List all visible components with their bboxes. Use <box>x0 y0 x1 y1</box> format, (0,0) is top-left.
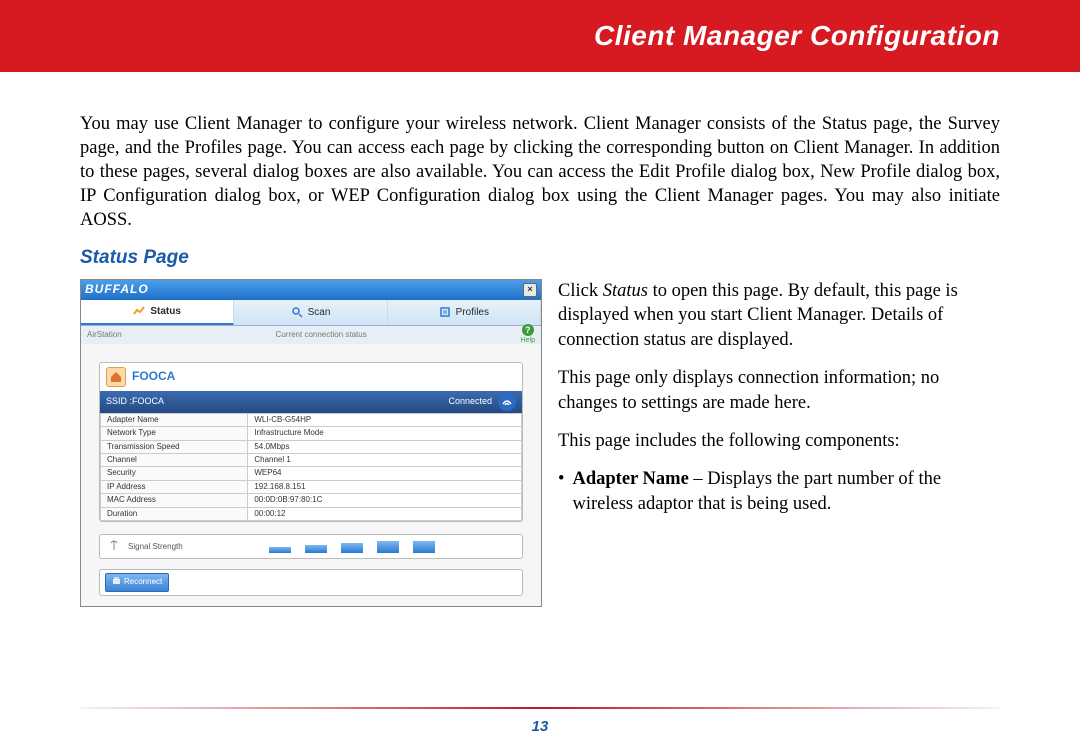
info-key: Adapter Name <box>101 413 248 426</box>
bullet-adapter-name: • Adapter Name – Displays the part numbe… <box>558 467 1000 516</box>
search-icon <box>291 306 303 318</box>
tab-scan[interactable]: Scan <box>234 300 387 325</box>
right-p3: This page includes the following compone… <box>558 429 1000 453</box>
status-icon <box>133 305 145 317</box>
table-row: MAC Address00:0D:0B:97:80:1C <box>101 494 522 507</box>
window-titlebar: BUFFALO × <box>81 280 541 300</box>
footer-divider <box>80 707 1000 709</box>
table-row: ChannelChannel 1 <box>101 454 522 467</box>
signal-bars <box>191 541 514 553</box>
info-value: 00:0D:0B:97:80:1C <box>248 494 522 507</box>
reconnect-icon <box>112 576 121 588</box>
right-p2: This page only displays connection infor… <box>558 366 1000 415</box>
info-value: Channel 1 <box>248 454 522 467</box>
info-key: IP Address <box>101 480 248 493</box>
info-value: 192.168.8.151 <box>248 480 522 493</box>
intro-paragraph: You may use Client Manager to configure … <box>80 112 1000 232</box>
page-title: Client Manager Configuration <box>594 20 1000 52</box>
table-row: Network TypeInfrastructure Mode <box>101 427 522 440</box>
page-number: 13 <box>0 718 1080 735</box>
connection-panel: FOOCA SSID :FOOCA Connected Adapter Name… <box>99 362 523 522</box>
table-row: Adapter NameWLI-CB-G54HP <box>101 413 522 426</box>
subbar-center: Current connection status <box>276 330 367 340</box>
info-value: 54.0Mbps <box>248 440 522 453</box>
bullet-term: Adapter Name <box>572 469 688 489</box>
house-icon <box>106 367 126 387</box>
info-rows: Adapter NameWLI-CB-G54HPNetwork TypeInfr… <box>101 413 522 520</box>
help-icon[interactable]: ? <box>522 324 534 336</box>
tab-status-label: Status <box>150 305 181 318</box>
signal-strength-row: Signal Strength <box>99 534 523 559</box>
status-emphasis: Status <box>603 281 648 301</box>
close-icon[interactable]: × <box>523 283 537 297</box>
tab-bar: Status Scan Profiles <box>81 300 541 326</box>
brand-logo: BUFFALO <box>85 282 149 298</box>
bullet-dot: • <box>558 467 564 516</box>
info-value: Infrastructure Mode <box>248 427 522 440</box>
info-key: Channel <box>101 454 248 467</box>
info-key: Network Type <box>101 427 248 440</box>
ssid-label: SSID :FOOCA <box>106 396 164 408</box>
wireless-icon <box>498 393 516 411</box>
network-name: FOOCA <box>132 369 175 385</box>
antenna-icon <box>108 539 120 554</box>
help-label: Help <box>521 336 535 345</box>
sub-bar: AirStation Current connection status ? H… <box>81 326 541 344</box>
info-key: MAC Address <box>101 494 248 507</box>
bottom-bar: Reconnect <box>99 569 523 595</box>
table-row: IP Address192.168.8.151 <box>101 480 522 493</box>
tab-scan-label: Scan <box>308 306 331 319</box>
reconnect-button[interactable]: Reconnect <box>105 573 169 591</box>
right-column: Click Status to open this page. By defau… <box>558 279 1000 516</box>
right-p1: Click Status to open this page. By defau… <box>558 279 1000 352</box>
header-banner: Client Manager Configuration <box>0 0 1080 72</box>
tab-profiles[interactable]: Profiles <box>388 300 541 325</box>
subbar-left: AirStation <box>87 330 122 340</box>
info-key: Security <box>101 467 248 480</box>
table-row: SecurityWEP64 <box>101 467 522 480</box>
info-key: Transmission Speed <box>101 440 248 453</box>
section-heading: Status Page <box>80 246 1000 271</box>
ssid-bar: SSID :FOOCA Connected <box>100 391 522 413</box>
reconnect-label: Reconnect <box>124 577 162 587</box>
table-row: Transmission Speed54.0Mbps <box>101 440 522 453</box>
info-value: 00:00:12 <box>248 507 522 520</box>
connection-info-table: Adapter NameWLI-CB-G54HPNetwork TypeInfr… <box>100 413 522 521</box>
table-row: Duration00:00:12 <box>101 507 522 520</box>
info-value: WEP64 <box>248 467 522 480</box>
signal-label: Signal Strength <box>128 542 183 552</box>
connection-status: Connected <box>448 396 492 408</box>
tab-profiles-label: Profiles <box>456 306 489 319</box>
info-key: Duration <box>101 507 248 520</box>
tab-status[interactable]: Status <box>81 300 234 325</box>
info-value: WLI-CB-G54HP <box>248 413 522 426</box>
profiles-icon <box>439 306 451 318</box>
client-manager-window: BUFFALO × Status Scan <box>80 279 542 607</box>
content-area: You may use Client Manager to configure … <box>0 72 1080 607</box>
